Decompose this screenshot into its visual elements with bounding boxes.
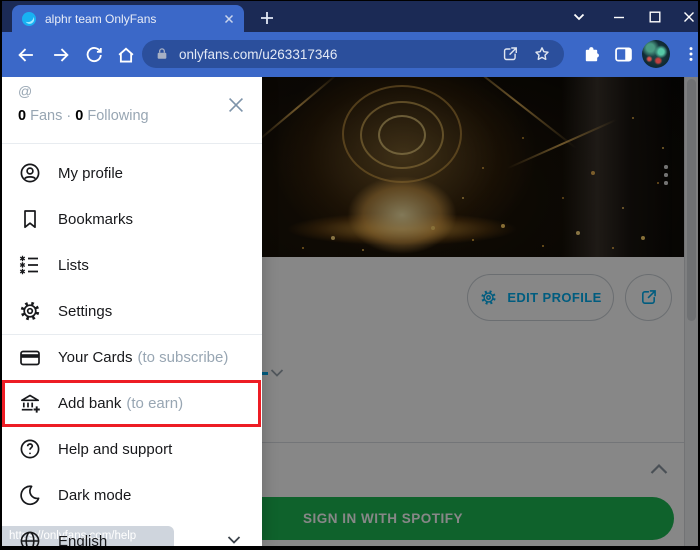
side-panel-icon[interactable] <box>610 41 636 67</box>
bank-add-icon <box>20 394 40 413</box>
bookmark-icon <box>24 210 36 229</box>
forward-icon[interactable] <box>50 44 72 66</box>
browser-tab[interactable]: alphr team OnlyFans <box>12 5 244 32</box>
minimize-icon[interactable] <box>602 1 636 32</box>
tab-close-icon[interactable] <box>222 12 236 26</box>
menu-item-language[interactable]: English <box>2 518 262 546</box>
browser-menu-kebab-icon[interactable] <box>678 41 698 67</box>
following-count: 0 <box>75 108 84 124</box>
close-icon[interactable] <box>224 93 248 117</box>
menu-item-my-profile[interactable]: My profile <box>2 150 262 196</box>
tab-search-chevron-icon[interactable] <box>562 1 596 32</box>
reload-icon[interactable] <box>83 44 105 66</box>
window-close-icon[interactable] <box>672 1 698 32</box>
new-tab-icon[interactable] <box>256 8 278 28</box>
tab-title: alphr team OnlyFans <box>45 11 157 26</box>
home-icon[interactable] <box>115 44 137 66</box>
menu-item-dark-mode[interactable]: Dark mode <box>2 472 262 518</box>
menu-item-your-cards[interactable]: Your Cards (to subscribe) <box>2 334 262 380</box>
lock-icon <box>157 48 167 59</box>
menu-item-lists[interactable]: Lists <box>2 242 262 288</box>
address-bar[interactable]: onlyfans.com/u263317346 <box>142 40 564 68</box>
share-icon[interactable] <box>500 44 520 64</box>
menu-list: My profile Bookmarks Lists Settings Your… <box>2 144 262 546</box>
fans-following-stats: 0 Fans · 0 Following <box>18 108 149 124</box>
fans-count: 0 <box>18 108 27 124</box>
onlyfans-favicon <box>22 11 36 26</box>
settings-gear-icon <box>20 301 40 321</box>
menu-item-bookmarks[interactable]: Bookmarks <box>2 196 262 242</box>
maximize-icon[interactable] <box>638 1 672 32</box>
menu-item-add-bank[interactable]: Add bank (to earn) <box>2 380 262 426</box>
back-icon[interactable] <box>15 44 37 66</box>
globe-icon <box>20 531 40 546</box>
url-text: onlyfans.com/u263317346 <box>179 46 338 62</box>
browser-window: alphr team OnlyFans onlyfans.com/u263317… <box>2 1 698 546</box>
menu-item-settings[interactable]: Settings <box>2 288 262 334</box>
card-icon <box>20 350 40 365</box>
language-chevron-down-icon[interactable] <box>226 534 242 546</box>
moon-icon <box>20 485 40 506</box>
user-handle: @ <box>18 83 33 99</box>
avatar[interactable] <box>642 40 670 68</box>
help-icon <box>20 439 40 459</box>
page-viewport: EDIT PROFILE SIGN IN WITH SPOTIFY https:… <box>2 77 698 546</box>
browser-toolbar: onlyfans.com/u263317346 <box>2 32 698 77</box>
titlebar: alphr team OnlyFans <box>2 1 698 32</box>
bookmark-star-icon[interactable] <box>532 44 552 64</box>
extensions-puzzle-icon[interactable] <box>578 41 604 67</box>
menu-item-help-and-support[interactable]: Help and support <box>2 426 262 472</box>
onlyfans-menu-drawer: https://onlyfans.com/help @ 0 Fans · 0 F… <box>2 77 262 546</box>
drawer-header: @ 0 Fans · 0 Following <box>2 77 262 144</box>
profile-icon <box>20 163 40 183</box>
lists-icon <box>19 255 38 275</box>
